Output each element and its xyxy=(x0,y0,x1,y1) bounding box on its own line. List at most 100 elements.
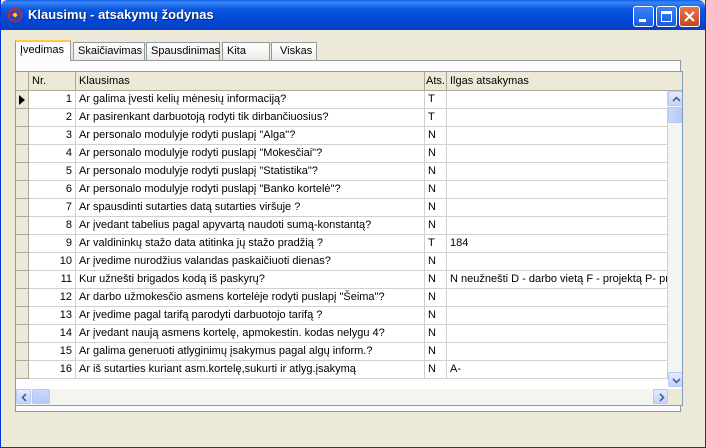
cell-nr[interactable]: 11 xyxy=(29,271,76,289)
row-selector[interactable] xyxy=(16,253,29,271)
cell-question[interactable]: Kur užnešti brigados kodą iš paskyrų? xyxy=(76,271,425,289)
table-row[interactable]: 2 Ar pasirenkant darbuotoją rodyti tik di… xyxy=(16,109,668,127)
scroll-left-button[interactable] xyxy=(16,389,31,404)
cell-nr[interactable]: 4 xyxy=(29,145,76,163)
tab-ivedimas[interactable]: Įvedimas xyxy=(15,40,71,61)
row-selector[interactable] xyxy=(16,199,29,217)
cell-answer[interactable]: N xyxy=(425,307,447,325)
table-row[interactable]: 16 Ar iš sutarties kuriant asm.kortelę,su… xyxy=(16,361,668,379)
questions-grid[interactable]: Nr. Klausimas Ats. Ilgas atsakymas 1 Ar g… xyxy=(15,71,683,406)
tab-kita[interactable]: Kita xyxy=(222,42,270,60)
table-row[interactable]: 4 Ar personalo modulyje rodyti puslapį "M… xyxy=(16,145,668,163)
tab-viskas[interactable]: Viskas xyxy=(271,42,317,60)
cell-nr[interactable]: 2 xyxy=(29,109,76,127)
column-header-nr[interactable]: Nr. xyxy=(29,72,76,90)
cell-question[interactable]: Ar personalo modulyje rodyti puslapį "Mo… xyxy=(76,145,425,163)
table-row[interactable]: 9 Ar valdininkų stažo data atitinka jų st… xyxy=(16,235,668,253)
table-row[interactable]: 15 Ar galima generuoti atlyginimų įsakymu… xyxy=(16,343,668,361)
cell-long-answer[interactable] xyxy=(447,325,668,343)
cell-nr[interactable]: 16 xyxy=(29,361,76,379)
cell-nr[interactable]: 13 xyxy=(29,307,76,325)
cell-question[interactable]: Ar galima įvesti kelių mėnesių informaci… xyxy=(76,91,425,109)
row-selector[interactable] xyxy=(16,109,29,127)
cell-answer[interactable]: N xyxy=(425,145,447,163)
column-header-answer[interactable]: Ats. xyxy=(425,72,447,90)
cell-answer[interactable]: N xyxy=(425,163,447,181)
row-selector[interactable] xyxy=(16,343,29,361)
cell-long-answer[interactable]: A- xyxy=(447,361,668,379)
cell-nr[interactable]: 5 xyxy=(29,163,76,181)
scroll-down-button[interactable] xyxy=(668,372,682,387)
tab-spausdinimas[interactable]: Spausdinimas xyxy=(146,42,220,60)
cell-long-answer[interactable] xyxy=(447,289,668,307)
cell-question[interactable]: Ar darbo užmokesčio asmens kortelėje rod… xyxy=(76,289,425,307)
cell-question[interactable]: Ar įvedant tabelius pagal apyvartą naudo… xyxy=(76,217,425,235)
close-button[interactable] xyxy=(679,6,700,27)
cell-long-answer[interactable] xyxy=(447,91,668,109)
cell-question[interactable]: Ar galima generuoti atlyginimų įsakymus … xyxy=(76,343,425,361)
row-selector[interactable] xyxy=(16,163,29,181)
cell-answer[interactable]: T xyxy=(425,235,447,253)
cell-nr[interactable]: 6 xyxy=(29,181,76,199)
cell-answer[interactable]: N xyxy=(425,199,447,217)
cell-long-answer[interactable] xyxy=(447,199,668,217)
row-selector[interactable] xyxy=(16,289,29,307)
horizontal-scroll-thumb[interactable] xyxy=(32,389,50,404)
row-selector[interactable] xyxy=(16,307,29,325)
cell-answer[interactable]: N xyxy=(425,217,447,235)
cell-question[interactable]: Ar personalo modulyje rodyti puslapį "St… xyxy=(76,163,425,181)
cell-answer[interactable]: N xyxy=(425,289,447,307)
table-row[interactable]: 12 Ar darbo užmokesčio asmens kortelėje r… xyxy=(16,289,668,307)
cell-nr[interactable]: 1 xyxy=(29,91,76,109)
table-row[interactable]: 10 Ar įvedime nurodžius valandas paskaiči… xyxy=(16,253,668,271)
cell-question[interactable]: Ar personalo modulyje rodyti puslapį "Ba… xyxy=(76,181,425,199)
cell-question[interactable]: Ar įvedant naują asmens kortelę, apmokes… xyxy=(76,325,425,343)
cell-nr[interactable]: 10 xyxy=(29,253,76,271)
vertical-scrollbar[interactable] xyxy=(668,91,682,387)
row-selector[interactable] xyxy=(16,235,29,253)
column-header-long-answer[interactable]: Ilgas atsakymas xyxy=(447,72,682,90)
column-header-question[interactable]: Klausimas xyxy=(76,72,425,90)
minimize-button[interactable] xyxy=(633,6,654,27)
horizontal-scrollbar[interactable] xyxy=(16,389,668,405)
cell-long-answer[interactable] xyxy=(447,343,668,361)
table-row[interactable]: 3 Ar personalo modulyje rodyti puslapį "A… xyxy=(16,127,668,145)
cell-answer[interactable]: N xyxy=(425,361,447,379)
cell-answer[interactable]: T xyxy=(425,109,447,127)
table-row[interactable]: 1 Ar galima įvesti kelių mėnesių informac… xyxy=(16,91,668,109)
cell-answer[interactable]: N xyxy=(425,343,447,361)
cell-long-answer[interactable]: N neužnešti D - darbo vietą F - projektą… xyxy=(447,271,668,289)
row-selector[interactable] xyxy=(16,361,29,379)
row-selector[interactable] xyxy=(16,127,29,145)
cell-nr[interactable]: 8 xyxy=(29,217,76,235)
cell-long-answer[interactable] xyxy=(447,127,668,145)
row-selector[interactable] xyxy=(16,217,29,235)
cell-question[interactable]: Ar įvedime nurodžius valandas paskaičiuo… xyxy=(76,253,425,271)
cell-question[interactable]: Ar įvedime pagal tarifą parodyti darbuot… xyxy=(76,307,425,325)
table-row[interactable]: 14 Ar įvedant naują asmens kortelę, apmok… xyxy=(16,325,668,343)
cell-long-answer[interactable] xyxy=(447,307,668,325)
table-row[interactable]: 5 Ar personalo modulyje rodyti puslapį "S… xyxy=(16,163,668,181)
cell-answer[interactable]: N xyxy=(425,253,447,271)
cell-nr[interactable]: 9 xyxy=(29,235,76,253)
cell-answer[interactable]: N xyxy=(425,127,447,145)
table-row[interactable]: 8 Ar įvedant tabelius pagal apyvartą naud… xyxy=(16,217,668,235)
scroll-right-button[interactable] xyxy=(653,389,668,404)
cell-nr[interactable]: 12 xyxy=(29,289,76,307)
cell-long-answer[interactable] xyxy=(447,181,668,199)
cell-nr[interactable]: 3 xyxy=(29,127,76,145)
cell-nr[interactable]: 15 xyxy=(29,343,76,361)
cell-question[interactable]: Ar iš sutarties kuriant asm.kortelę,suku… xyxy=(76,361,425,379)
row-selector[interactable] xyxy=(16,271,29,289)
tab-skaiciavimas[interactable]: Skaičiavimas xyxy=(73,42,145,60)
maximize-button[interactable] xyxy=(656,6,677,27)
table-row[interactable]: 13 Ar įvedime pagal tarifą parodyti darbu… xyxy=(16,307,668,325)
title-bar[interactable]: Klausimų - atsakymų žodynas xyxy=(1,0,705,30)
cell-answer[interactable]: T xyxy=(425,91,447,109)
vertical-scroll-thumb[interactable] xyxy=(668,107,682,123)
cell-long-answer[interactable] xyxy=(447,145,668,163)
table-row[interactable]: 6 Ar personalo modulyje rodyti puslapį "B… xyxy=(16,181,668,199)
cell-long-answer[interactable] xyxy=(447,109,668,127)
cell-long-answer[interactable]: 184 xyxy=(447,235,668,253)
cell-answer[interactable]: N xyxy=(425,271,447,289)
